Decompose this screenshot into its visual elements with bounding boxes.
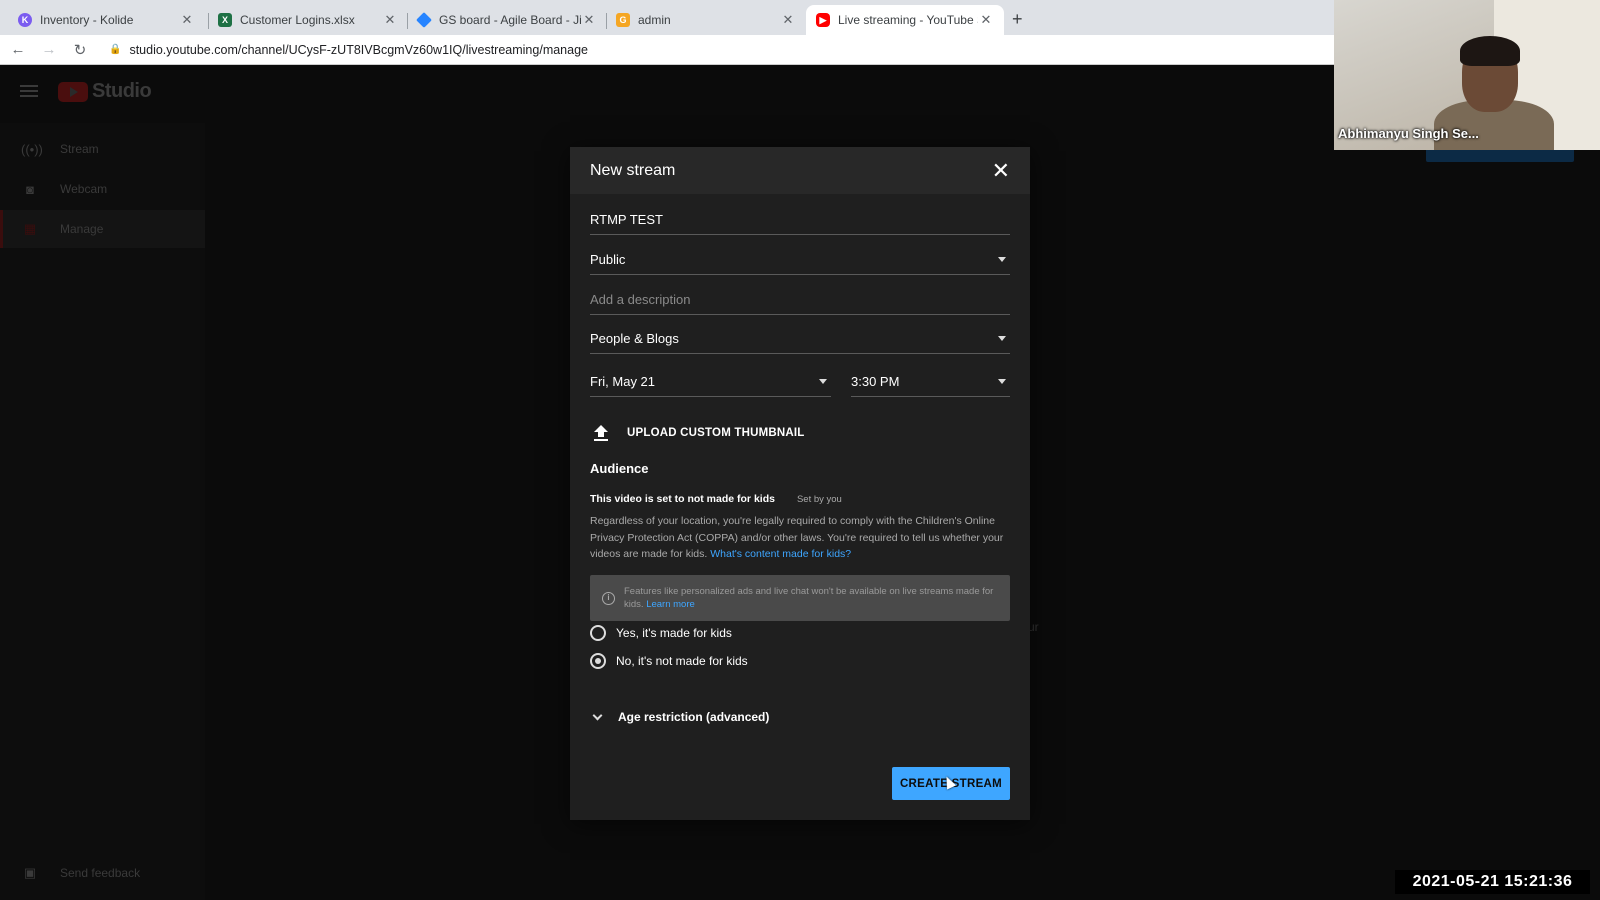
broadcast-icon: ((•)) [21, 141, 43, 157]
youtube-icon: ▶ [816, 13, 830, 27]
tab-jira[interactable]: GS board - Agile Board - Jira ✕ [407, 5, 607, 35]
visibility-select[interactable]: Public [590, 245, 1010, 275]
back-button[interactable]: ← [5, 41, 31, 58]
studio-logo[interactable]: Studio [58, 80, 152, 103]
audience-status: This video is set to not made for kids S… [590, 493, 842, 505]
close-icon[interactable]: ✕ [978, 12, 994, 28]
info-banner: i Features like personalized ads and liv… [590, 575, 1010, 621]
stream-title-input[interactable]: RTMP TEST [590, 205, 1010, 235]
radio-label: Yes, it's made for kids [616, 626, 732, 640]
tab-title: Customer Logins.xlsx [240, 13, 355, 27]
age-restriction-toggle[interactable]: Age restriction (advanced) [592, 710, 770, 724]
upload-label: UPLOAD CUSTOM THUMBNAIL [627, 427, 805, 439]
lock-icon[interactable]: 🔒 [109, 44, 121, 55]
camera-icon: ◙ [26, 181, 34, 197]
coppa-description: Regardless of your location, you're lega… [590, 513, 1008, 563]
visibility-value: Public [590, 252, 626, 267]
category-value: People & Blogs [590, 331, 679, 346]
time-value: 3:30 PM [851, 374, 900, 389]
sidebar-item-webcam[interactable]: ◙ Webcam [0, 170, 205, 208]
address-bar: ← → ↻ 🔒 studio.youtube.com/channel/UCysF… [0, 35, 1334, 65]
info-icon: i [602, 591, 615, 605]
webcam-video-tile: Abhimanyu Singh Se... [1334, 0, 1600, 150]
radio-made-for-kids-yes[interactable]: Yes, it's made for kids [590, 625, 732, 641]
new-stream-dialog: New stream ✕ RTMP TEST Public Add a desc… [570, 147, 1030, 820]
tab-title: Inventory - Kolide [40, 13, 134, 27]
tab-title: GS board - Agile Board - Jira [439, 13, 581, 27]
tab-youtube-studio[interactable]: ▶ Live streaming - YouTube Stud ✕ [806, 5, 1004, 35]
tab-kolide[interactable]: K Inventory - Kolide ✕ [8, 5, 205, 35]
close-icon[interactable]: ✕ [992, 159, 1010, 182]
set-by-label: Set by you [796, 494, 842, 505]
radio-made-for-kids-no[interactable]: No, it's not made for kids [590, 653, 748, 669]
dropdown-arrow-icon [819, 379, 827, 384]
description-input[interactable]: Add a description [590, 285, 1010, 315]
menu-icon[interactable] [20, 85, 38, 97]
sidebar-item-label: Send feedback [60, 866, 141, 880]
age-restriction-label: Age restriction (advanced) [618, 710, 770, 724]
audience-heading: Audience [590, 461, 649, 476]
kolide-icon: K [18, 13, 32, 27]
time-select[interactable]: 3:30 PM [851, 367, 1010, 397]
sidebar-item-label: Manage [60, 222, 104, 236]
dropdown-arrow-icon [998, 379, 1006, 384]
tab-title: Live streaming - YouTube Stud [838, 13, 978, 27]
upload-icon [594, 425, 608, 441]
jira-icon [416, 12, 432, 28]
youtube-play-icon [58, 81, 88, 102]
info-text-wrap: Features like personalized ads and live … [624, 585, 1010, 611]
close-icon[interactable]: ✕ [179, 12, 195, 28]
tab-title: admin [638, 13, 671, 27]
made-for-kids-link[interactable]: What's content made for kids? [710, 548, 851, 560]
admin-icon: G [616, 13, 630, 27]
close-icon[interactable]: ✕ [780, 12, 796, 28]
sidebar-item-feedback[interactable]: ▣ Send feedback [0, 854, 205, 892]
logo-text: Studio [92, 80, 152, 102]
audience-status-text: This video is set to not made for kids [590, 493, 775, 505]
upload-thumbnail-button[interactable]: UPLOAD CUSTOM THUMBNAIL [594, 425, 805, 441]
sidebar-item-label: Webcam [60, 182, 108, 196]
date-select[interactable]: Fri, May 21 [590, 367, 831, 397]
sidebar-item-stream[interactable]: ((•)) Stream [0, 130, 205, 168]
learn-more-link[interactable]: Learn more [646, 599, 695, 610]
sidebar-item-manage[interactable]: ▦ Manage [0, 210, 205, 248]
radio-button-unchecked[interactable] [590, 625, 606, 641]
reload-button[interactable]: ↻ [67, 41, 93, 59]
tab-strip: K Inventory - Kolide ✕ X Customer Logins… [0, 0, 1334, 35]
recording-timestamp: 2021-05-21 15:21:36 [1395, 870, 1590, 894]
close-icon[interactable]: ✕ [382, 12, 398, 28]
dialog-header: New stream ✕ [570, 147, 1030, 194]
chevron-down-icon [592, 710, 603, 720]
excel-icon: X [218, 13, 232, 27]
tab-admin[interactable]: G admin ✕ [606, 5, 806, 35]
stream-title-value: RTMP TEST [590, 212, 663, 227]
dialog-title: New stream [590, 161, 676, 179]
radio-button-checked[interactable] [590, 653, 606, 669]
feedback-icon: ▣ [23, 865, 37, 880]
participant-name: Abhimanyu Singh Se... [1338, 126, 1479, 141]
new-tab-button[interactable]: + [1012, 9, 1023, 30]
date-value: Fri, May 21 [590, 374, 656, 389]
description-placeholder: Add a description [590, 292, 691, 307]
sidebar-item-label: Stream [60, 142, 99, 156]
forward-button[interactable]: → [36, 41, 62, 58]
radio-label: No, it's not made for kids [616, 654, 748, 668]
calendar-icon: ▦ [23, 221, 37, 236]
close-icon[interactable]: ✕ [581, 12, 597, 28]
dropdown-arrow-icon [998, 257, 1006, 262]
url-field[interactable]: studio.youtube.com/channel/UCysF-zUT8IVB… [129, 43, 588, 57]
category-select[interactable]: People & Blogs [590, 324, 1010, 354]
tab-customer-logins[interactable]: X Customer Logins.xlsx ✕ [208, 5, 408, 35]
dropdown-arrow-icon [998, 336, 1006, 341]
